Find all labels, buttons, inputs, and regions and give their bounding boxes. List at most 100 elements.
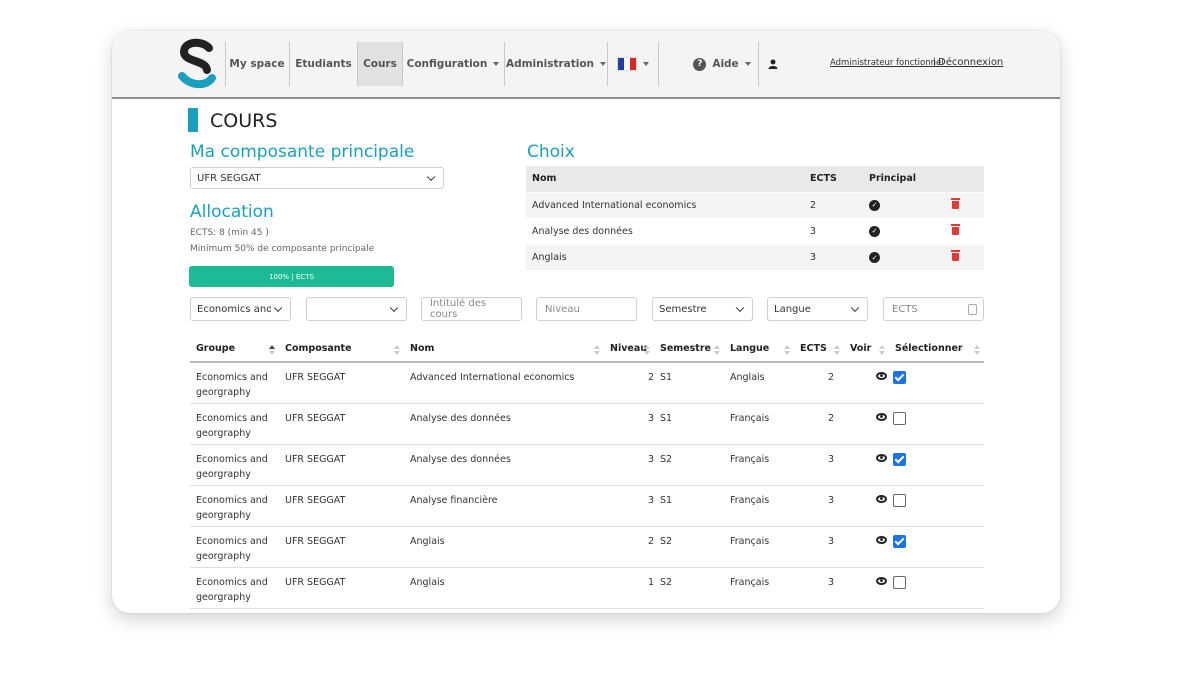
select-checkbox[interactable] (893, 493, 906, 507)
intitule-input[interactable]: Intitulé des cours (421, 297, 522, 321)
select-checkbox[interactable] (893, 575, 906, 589)
choix-ects: 3 (804, 217, 863, 244)
semestre-filter-select[interactable]: Semestre (652, 297, 753, 321)
ects-number-input[interactable]: ECTS (883, 297, 984, 321)
cell-niveau: 1 (604, 567, 654, 609)
select-checkbox[interactable] (893, 371, 906, 384)
cell-nom: Analyse des données (404, 444, 604, 486)
sort-icon (644, 345, 650, 355)
select-checkbox[interactable] (893, 411, 906, 425)
table-row: Economics and georgraphy UFR SEGGAT Analys… (190, 403, 984, 445)
cell-niveau: 3 (604, 444, 654, 486)
nav-configuration-dropdown[interactable]: Configuration (403, 31, 503, 97)
cell-semestre: S2 (654, 526, 724, 568)
choix-col-nom: Nom (526, 166, 804, 192)
cell-niveau: 3 (604, 403, 654, 445)
cell-semestre: S2 (654, 444, 724, 486)
nav-divider (658, 42, 659, 86)
eye-icon[interactable] (876, 494, 887, 503)
nav-administration-label: Administration (505, 58, 595, 70)
cell-langue: Français (724, 485, 794, 527)
cell-groupe: Economics and georgraphy (190, 444, 279, 486)
langue-filter-select[interactable]: Langue (767, 297, 868, 321)
main-component-value: UFR SEGGAT (197, 172, 261, 184)
nav-my-space[interactable]: My space (226, 31, 288, 97)
nav-administration-dropdown[interactable]: Administration (505, 31, 607, 97)
choix-ects: 2 (804, 191, 863, 218)
trash-icon[interactable] (951, 250, 960, 262)
app-window: My space Etudiants Cours Configuration A… (112, 31, 1060, 613)
cell-nom: Analyse des données (404, 403, 604, 445)
chevron-down-icon (389, 303, 399, 313)
trash-icon[interactable] (951, 198, 960, 209)
cell-nom: Anglais (404, 526, 604, 568)
cell-langue: Français (724, 444, 794, 486)
caret-down-icon (744, 62, 751, 66)
groupe-filter-select[interactable]: Economics and g (190, 297, 291, 321)
cell-semestre: S1 (654, 362, 724, 404)
help-label: Aide (712, 58, 739, 70)
eye-icon[interactable] (876, 535, 887, 544)
main-component-select[interactable]: UFR SEGGAT (190, 167, 444, 189)
sort-icon (594, 345, 600, 355)
choix-header-row: Nom ECTS Principal (526, 166, 984, 192)
col-langue-header[interactable]: Langue (724, 336, 794, 363)
eye-icon[interactable] (876, 412, 887, 421)
cell-niveau: 2 (604, 362, 654, 404)
number-stepper-icon[interactable] (968, 304, 977, 315)
cell-ects: 2 (794, 362, 844, 404)
title-accent-bar (188, 108, 198, 132)
cell-niveau: 3 (604, 485, 654, 527)
col-groupe-label: Groupe (196, 343, 236, 354)
language-dropdown[interactable] (608, 31, 658, 97)
nav-etudiants[interactable]: Etudiants (290, 31, 357, 97)
chevron-down-icon (850, 303, 860, 313)
cell-langue: Français (724, 403, 794, 445)
sort-icon (834, 345, 840, 355)
cell-groupe: Economics and georgraphy (190, 485, 279, 527)
col-voir-header[interactable]: Voir (844, 336, 889, 363)
caret-down-icon (493, 62, 500, 66)
french-flag-icon (617, 57, 637, 71)
col-groupe-header[interactable]: Groupe (190, 336, 279, 363)
nav-configuration-label: Configuration (406, 58, 488, 70)
user-icon[interactable] (768, 59, 778, 69)
niveau-input[interactable]: Niveau (536, 297, 637, 321)
col-selectionner-header[interactable]: Sélectionner (889, 336, 984, 363)
col-nom-label: Nom (410, 343, 435, 354)
user-role-link[interactable]: Administrateur fonctionnel (830, 58, 944, 68)
check-circle-icon: ✓ (869, 225, 880, 237)
select-checkbox[interactable] (893, 534, 906, 548)
eye-icon[interactable] (876, 372, 887, 380)
select-checkbox[interactable] (893, 452, 906, 466)
choix-table: Nom ECTS Principal Advanced Internationa… (526, 166, 984, 270)
minimum-requirement: Minimum 50% de composante principale (190, 244, 375, 254)
brand-logo (178, 38, 216, 89)
col-ects-header[interactable]: ECTS (794, 336, 844, 363)
col-composante-label: Composante (285, 343, 352, 354)
allocation-progress-bar: 100% | ECTS (189, 266, 394, 287)
check-circle-icon: ✓ (869, 252, 880, 263)
cell-ects: 2 (794, 403, 844, 445)
col-nom-header[interactable]: Nom (404, 336, 604, 363)
trash-icon[interactable] (951, 224, 960, 235)
composante-filter-select[interactable] (306, 297, 407, 321)
choix-ects: 3 (804, 243, 863, 270)
caret-down-icon (643, 62, 649, 66)
col-niveau-label: Niveau (610, 343, 648, 354)
col-composante-header[interactable]: Composante (279, 336, 404, 363)
main-component-heading: Ma composante principale (190, 142, 415, 162)
cell-ects: 3 (794, 526, 844, 568)
nav-cours[interactable]: Cours (358, 42, 402, 86)
cell-composante: UFR SEGGAT (279, 485, 404, 527)
cell-ects: 3 (794, 567, 844, 609)
col-niveau-header[interactable]: Niveau (604, 336, 654, 363)
choix-heading: Choix (527, 142, 575, 162)
col-semestre-header[interactable]: Semestre (654, 336, 724, 363)
eye-icon[interactable] (876, 576, 887, 585)
eye-icon[interactable] (876, 453, 887, 462)
choix-col-ects: ECTS (804, 166, 863, 192)
cell-nom: Analyse financière (404, 485, 604, 527)
help-dropdown[interactable]: ? Aide (687, 31, 757, 97)
logout-link[interactable]: Déconnexion (938, 57, 1003, 68)
